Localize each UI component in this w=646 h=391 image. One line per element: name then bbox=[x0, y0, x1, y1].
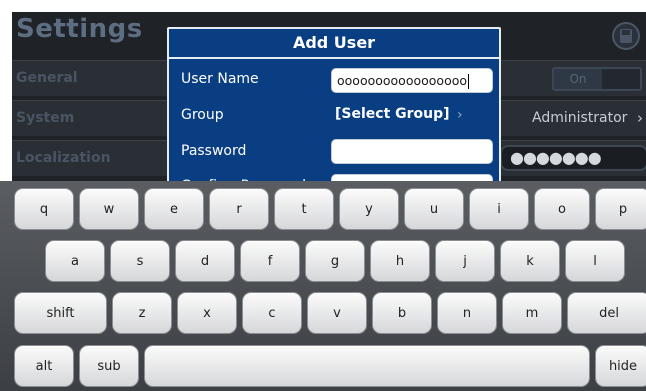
key-l[interactable]: l bbox=[565, 240, 625, 282]
key-s[interactable]: s bbox=[110, 240, 170, 282]
key-j[interactable]: j bbox=[435, 240, 495, 282]
on-screen-keyboard: q w e r t y u i o p a s d f g h j k l sh… bbox=[0, 181, 646, 391]
key-e[interactable]: e bbox=[144, 188, 204, 230]
key-p[interactable]: p bbox=[595, 188, 646, 230]
key-alt[interactable]: alt bbox=[14, 345, 74, 387]
settings-row-label: System bbox=[16, 110, 75, 126]
key-o[interactable]: o bbox=[534, 188, 590, 230]
key-q[interactable]: q bbox=[14, 188, 74, 230]
key-c[interactable]: c bbox=[242, 292, 302, 334]
key-w[interactable]: w bbox=[79, 188, 139, 230]
key-m[interactable]: m bbox=[502, 292, 562, 334]
key-n[interactable]: n bbox=[437, 292, 497, 334]
settings-row-label: Localization bbox=[16, 150, 111, 166]
key-y[interactable]: y bbox=[339, 188, 399, 230]
key-i[interactable]: i bbox=[469, 188, 529, 230]
key-x[interactable]: x bbox=[177, 292, 237, 334]
key-k[interactable]: k bbox=[500, 240, 560, 282]
add-user-dialog: Add User User Name ooooooooooooooooo Gro… bbox=[167, 27, 501, 187]
username-label: User Name bbox=[181, 71, 259, 87]
password-label: Password bbox=[181, 143, 247, 159]
username-input[interactable]: ooooooooooooooooo bbox=[331, 68, 493, 93]
key-h[interactable]: h bbox=[370, 240, 430, 282]
key-b[interactable]: b bbox=[372, 292, 432, 334]
key-a[interactable]: a bbox=[45, 240, 105, 282]
text-caret bbox=[468, 74, 470, 89]
screen: Settings General On System Administrator… bbox=[0, 0, 646, 391]
key-u[interactable]: u bbox=[404, 188, 464, 230]
background-password-field[interactable]: ●●●●●●● bbox=[500, 145, 646, 171]
key-shift[interactable]: shift bbox=[14, 292, 107, 334]
dialog-divider bbox=[169, 57, 499, 59]
key-z[interactable]: z bbox=[112, 292, 172, 334]
settings-row-label: General bbox=[16, 70, 78, 86]
key-sub[interactable]: sub bbox=[79, 345, 139, 387]
dialog-title: Add User bbox=[292, 33, 376, 52]
key-g[interactable]: g bbox=[305, 240, 365, 282]
key-space[interactable] bbox=[144, 345, 590, 387]
key-d[interactable]: d bbox=[175, 240, 235, 282]
key-r[interactable]: r bbox=[209, 188, 269, 230]
key-del[interactable]: del bbox=[567, 292, 646, 334]
key-v[interactable]: v bbox=[307, 292, 367, 334]
group-select-button[interactable]: [Select Group] bbox=[335, 106, 450, 122]
key-f[interactable]: f bbox=[240, 240, 300, 282]
group-label: Group bbox=[181, 107, 224, 123]
key-t[interactable]: t bbox=[274, 188, 334, 230]
toggle-on-label: On bbox=[554, 69, 602, 89]
chevron-right-icon: › bbox=[457, 107, 463, 123]
username-value: ooooooooooooooooo bbox=[337, 73, 468, 88]
password-input[interactable] bbox=[331, 139, 493, 164]
chevron-right-icon: › bbox=[637, 109, 643, 127]
save-icon[interactable] bbox=[612, 22, 640, 50]
settings-title: Settings bbox=[16, 14, 143, 44]
password-mask: ●●●●●●● bbox=[510, 148, 602, 167]
key-hide[interactable]: hide bbox=[595, 345, 646, 387]
general-toggle[interactable]: On bbox=[552, 67, 642, 91]
system-group-value: Administrator bbox=[532, 110, 628, 126]
